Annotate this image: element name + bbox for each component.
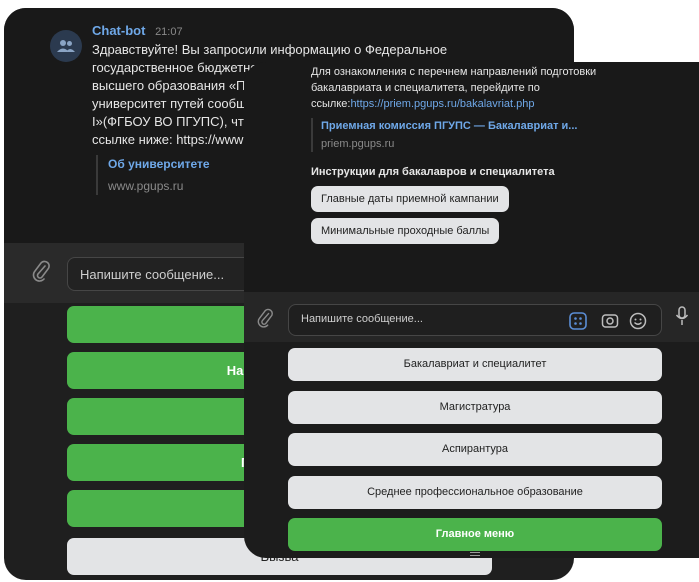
- avatar[interactable]: [50, 30, 82, 62]
- front-chat-area: Для ознакомления с перечнем направлений …: [244, 62, 699, 292]
- message-line: Здравствуйте! Вы запросили информацию о …: [92, 42, 448, 57]
- keyboard-icon[interactable]: [569, 312, 587, 330]
- bachelor-link[interactable]: https://priem.pgups.ru/bakalavriat.php: [350, 98, 534, 110]
- link-preview-url: priem.pgups.ru: [321, 138, 395, 150]
- instructions-label: Инструкции для бакалавров и специалитета: [311, 166, 555, 178]
- front-message: Для ознакомления с перечнем направлений …: [311, 64, 681, 244]
- postgraduate-button[interactable]: Аспирантура: [288, 433, 662, 466]
- attach-icon[interactable]: [32, 260, 50, 282]
- microphone-icon[interactable]: [675, 306, 689, 326]
- link-preview[interactable]: Приемная комиссия ПГУПС — Бакалавриат и.…: [311, 118, 681, 152]
- link-prefix: ссылке:: [311, 98, 351, 110]
- main-menu-button[interactable]: Главное меню: [288, 518, 662, 551]
- drag-handle[interactable]: [470, 552, 480, 556]
- message-time: 21:07: [155, 26, 183, 38]
- message-input[interactable]: Напишите сообщение...: [288, 304, 662, 336]
- key-dates-chip[interactable]: Главные даты приемной кампании: [311, 186, 509, 212]
- master-button[interactable]: Магистратура: [288, 391, 662, 424]
- input-placeholder: Напишите сообщение...: [301, 313, 423, 325]
- min-scores-chip[interactable]: Минимальные проходные баллы: [311, 218, 500, 244]
- front-window: Для ознакомления с перечнем направлений …: [244, 62, 699, 558]
- message-line: бакалавриата и специалитета, перейдите п…: [311, 82, 540, 94]
- link-preview-title[interactable]: Приемная комиссия ПГУПС — Бакалавриат и.…: [321, 118, 681, 134]
- message-line: Для ознакомления с перечнем направлений …: [311, 66, 597, 78]
- attach-icon[interactable]: [257, 308, 273, 328]
- sender-name[interactable]: Chat-bot: [92, 23, 145, 38]
- users-icon: [57, 40, 75, 52]
- front-composer: Напишите сообщение...: [244, 292, 699, 342]
- emoji-icon[interactable]: [629, 312, 647, 330]
- vocational-button[interactable]: Среднее профессиональное образование: [288, 476, 662, 509]
- bachelor-button[interactable]: Бакалавриат и специалитет: [288, 348, 662, 381]
- camera-icon[interactable]: [601, 312, 619, 330]
